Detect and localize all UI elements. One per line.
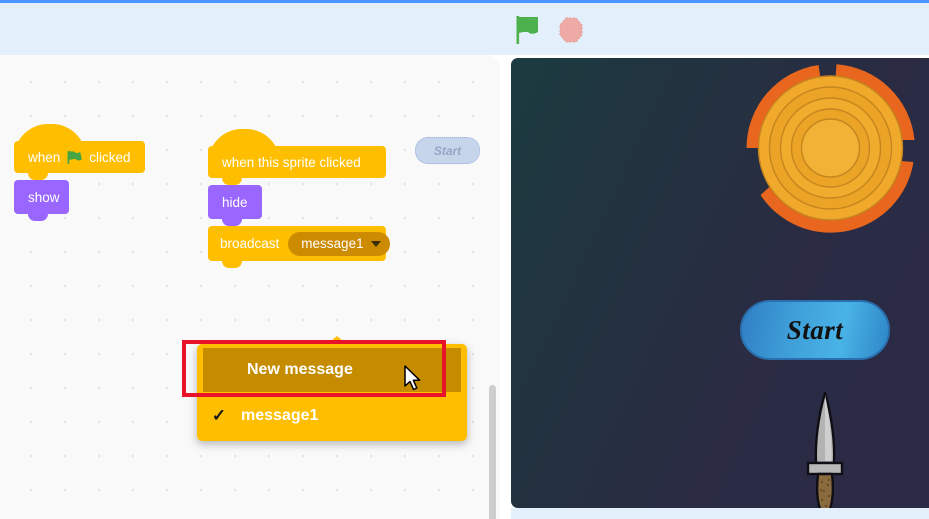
broadcast-message-selector[interactable]: message1: [288, 231, 390, 256]
code-workspace[interactable]: Start when clicked show when this sprite…: [0, 55, 500, 519]
green-flag-icon: [67, 150, 83, 164]
ghost-sprite-preview: Start: [415, 137, 480, 164]
check-icon: ✓: [211, 406, 227, 425]
workspace-dot-grid: [0, 55, 500, 519]
green-flag-icon[interactable]: [516, 15, 542, 45]
dropdown-item-message1[interactable]: ✓ message1: [197, 394, 467, 438]
ghost-sprite-label: Start: [433, 143, 462, 158]
top-menu-bar: [0, 0, 929, 55]
broadcast-message-dropdown[interactable]: New message ✓ message1: [197, 344, 467, 441]
block-hide[interactable]: hide: [208, 185, 262, 226]
block-show[interactable]: show: [14, 180, 69, 221]
stage-bottom-strip: [511, 508, 929, 519]
dropdown-item-new-message-label: New message: [247, 361, 353, 378]
start-button-sprite[interactable]: Start: [740, 300, 890, 360]
script-when-sprite-clicked[interactable]: when this sprite clicked hide broadcast …: [208, 129, 390, 268]
block-when-flag-clicked[interactable]: when clicked: [14, 124, 145, 180]
block-when-this-sprite-clicked-label: when this sprite clicked: [222, 154, 361, 170]
dropdown-item-message1-label: message1: [241, 407, 319, 424]
stage-view[interactable]: Start: [511, 58, 929, 508]
block-when-flag-clicked-suffix: clicked: [89, 149, 131, 165]
mouse-cursor-icon: [404, 365, 421, 391]
broadcast-message-value: message1: [301, 236, 364, 251]
stage-controls: [516, 15, 584, 45]
block-when-this-sprite-clicked[interactable]: when this sprite clicked: [208, 129, 386, 185]
block-when-flag-clicked-prefix: when: [28, 149, 61, 165]
start-button-label: Start: [786, 314, 844, 345]
sun-rings-sprite[interactable]: [743, 58, 918, 233]
script-when-flag-clicked[interactable]: when clicked show: [14, 124, 145, 221]
block-broadcast[interactable]: broadcast message1: [208, 226, 390, 268]
chevron-down-icon: [370, 240, 381, 247]
scratch-editor-window: Start when clicked show when this sprite…: [0, 0, 929, 519]
stop-sign-icon[interactable]: [558, 15, 584, 45]
dagger-sprite[interactable]: [803, 391, 847, 508]
workspace-vertical-scrollbar[interactable]: [489, 385, 496, 519]
block-broadcast-label: broadcast: [220, 236, 280, 251]
block-show-label: show: [28, 189, 60, 205]
block-hide-label: hide: [222, 194, 248, 210]
